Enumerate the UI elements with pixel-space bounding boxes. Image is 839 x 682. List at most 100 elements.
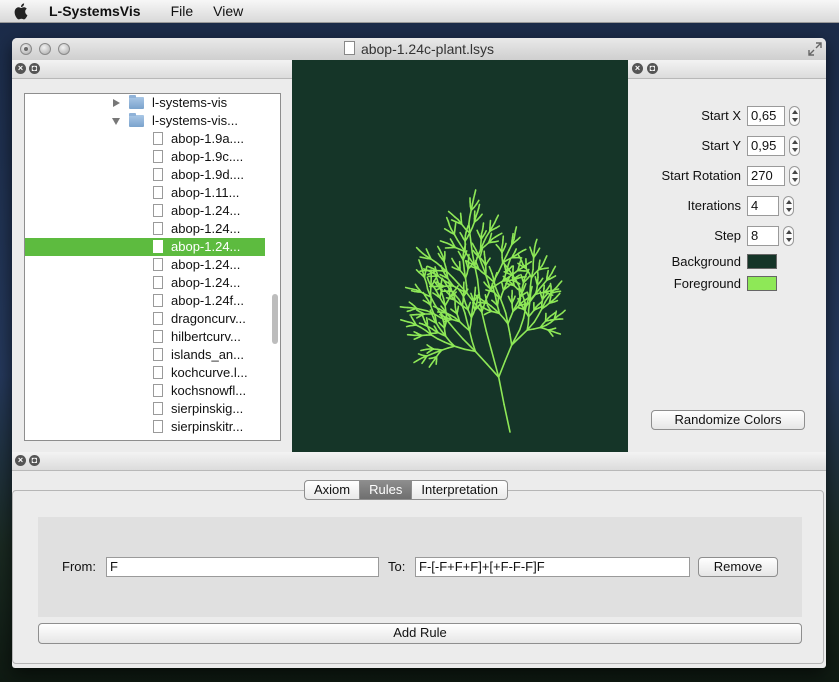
tree-row-file[interactable]: abop-1.24... bbox=[25, 256, 265, 274]
tree-label: islands_an... bbox=[171, 347, 244, 362]
tree-row-file[interactable]: kochsnowfl... bbox=[25, 382, 265, 400]
tab-interpretation[interactable]: Interpretation bbox=[412, 480, 508, 500]
tree-row-file[interactable]: islands_an... bbox=[25, 346, 265, 364]
tree-row-file[interactable]: sierpinskig... bbox=[25, 400, 265, 418]
plant-segment bbox=[422, 299, 427, 303]
tree-row-file[interactable]: abop-1.11... bbox=[25, 184, 265, 202]
plant-segment bbox=[399, 306, 405, 309]
plant-segment bbox=[425, 282, 429, 290]
foreground-color-swatch[interactable] bbox=[747, 276, 777, 291]
folder-icon bbox=[129, 113, 144, 127]
disclosure-down-icon[interactable] bbox=[112, 118, 120, 125]
start-y-stepper[interactable] bbox=[789, 136, 800, 156]
tab-rules[interactable]: Rules bbox=[360, 480, 413, 500]
tree-row-file[interactable]: kochcurve.l... bbox=[25, 364, 265, 382]
tree-label: abop-1.24... bbox=[171, 239, 241, 254]
close-icon[interactable]: × bbox=[632, 63, 643, 74]
to-field[interactable]: F-[-F+F+F]+[+F-F-F]F bbox=[415, 557, 690, 577]
start-rotation-field[interactable]: 270 bbox=[747, 166, 785, 186]
tree-row-file[interactable]: abop-1.9d.... bbox=[25, 166, 265, 184]
tree-row-file[interactable]: abop-1.24... bbox=[25, 274, 265, 292]
plant-segment bbox=[540, 277, 544, 282]
tree-row-folder[interactable]: l-systems-vis bbox=[25, 94, 265, 112]
disclosure-right-icon[interactable] bbox=[113, 99, 120, 107]
plant-segment bbox=[516, 306, 521, 309]
plant-segment bbox=[556, 332, 562, 335]
plant-segment bbox=[448, 288, 451, 293]
file-icon bbox=[153, 294, 163, 307]
close-icon[interactable]: × bbox=[15, 455, 26, 466]
tree-row-file[interactable]: abop-1.9a.... bbox=[25, 130, 265, 148]
plant-segment bbox=[491, 299, 495, 303]
plant-segment bbox=[503, 263, 506, 268]
plant-segment bbox=[459, 231, 463, 237]
tree-row-file[interactable]: hilbertcurv... bbox=[25, 328, 265, 346]
title-bar[interactable]: abop-1.24c-plant.lsys bbox=[12, 38, 826, 61]
app-menu[interactable]: L-SystemsVis bbox=[49, 3, 141, 19]
start-rotation-label: Start Rotation bbox=[661, 168, 742, 183]
plant-segment bbox=[485, 230, 491, 238]
file-tree[interactable]: l-systems-vis l-systems-vis... abop-1.9a… bbox=[24, 93, 281, 441]
plant-segment bbox=[529, 246, 532, 252]
plant-segment bbox=[554, 288, 560, 291]
tree-label: kochcurve.l... bbox=[171, 365, 248, 380]
foreground-label: Foreground bbox=[673, 276, 741, 291]
detach-icon[interactable]: ◘ bbox=[29, 63, 40, 74]
randomize-colors-button[interactable]: Randomize Colors bbox=[651, 410, 805, 430]
plant-segment bbox=[428, 318, 433, 322]
tree-row-folder[interactable]: l-systems-vis... bbox=[25, 112, 265, 130]
plant-segment bbox=[472, 249, 476, 254]
tree-row-file[interactable]: abop-1.24... bbox=[25, 202, 265, 220]
iterations-field[interactable]: 4 bbox=[747, 196, 779, 216]
plant-segment bbox=[546, 269, 550, 275]
plant-segment bbox=[554, 310, 558, 315]
step-field[interactable]: 8 bbox=[747, 226, 779, 246]
from-field[interactable]: F bbox=[106, 557, 379, 577]
tree-pane-header: × ◘ bbox=[12, 60, 292, 79]
file-icon bbox=[153, 168, 163, 181]
tree-row-file[interactable]: dragoncurv... bbox=[25, 310, 265, 328]
plant-segment bbox=[453, 291, 457, 295]
plant-segment bbox=[466, 224, 470, 230]
plant-segment bbox=[495, 225, 501, 229]
plant-segment bbox=[533, 326, 542, 330]
plant-segment bbox=[426, 265, 432, 269]
detach-icon[interactable]: ◘ bbox=[647, 63, 658, 74]
tab-axiom[interactable]: Axiom bbox=[304, 480, 361, 500]
tree-row-file[interactable]: abop-1.24... bbox=[25, 220, 265, 238]
plant-segment bbox=[526, 291, 530, 297]
tree-row-file[interactable]: sierpinskitr... bbox=[25, 418, 265, 436]
file-menu[interactable]: File bbox=[171, 3, 194, 19]
background-color-swatch[interactable] bbox=[747, 254, 777, 269]
file-icon bbox=[153, 348, 163, 361]
start-x-stepper[interactable] bbox=[789, 106, 800, 126]
tree-row-file-selected[interactable]: abop-1.24... bbox=[25, 238, 265, 256]
plant-segment bbox=[458, 320, 466, 328]
tree-row-file[interactable]: abop-1.9c.... bbox=[25, 148, 265, 166]
start-y-field[interactable]: 0,95 bbox=[747, 136, 785, 156]
plant-segment bbox=[534, 238, 538, 245]
tree-row-file[interactable]: abop-1.24f... bbox=[25, 292, 265, 310]
step-stepper[interactable] bbox=[783, 226, 794, 246]
plant-segment bbox=[450, 219, 456, 223]
plant-segment bbox=[476, 296, 479, 302]
start-x-field[interactable]: 0,65 bbox=[747, 106, 785, 126]
iterations-stepper[interactable] bbox=[783, 196, 794, 216]
plant-segment bbox=[552, 327, 557, 330]
remove-rule-button[interactable]: Remove bbox=[698, 557, 778, 577]
detach-icon[interactable]: ◘ bbox=[29, 455, 40, 466]
plant-segment bbox=[544, 255, 548, 261]
start-rotation-stepper[interactable] bbox=[789, 166, 800, 186]
plant-segment bbox=[444, 305, 447, 314]
close-icon[interactable]: × bbox=[15, 63, 26, 74]
add-rule-button[interactable]: Add Rule bbox=[38, 623, 802, 644]
apple-icon[interactable] bbox=[13, 2, 31, 20]
tree-scrollbar[interactable] bbox=[272, 294, 278, 344]
plant-segment bbox=[453, 233, 458, 241]
view-menu[interactable]: View bbox=[213, 3, 243, 19]
props-pane-header: × ◘ bbox=[628, 60, 826, 79]
plant-segment bbox=[435, 261, 442, 267]
fullscreen-icon[interactable] bbox=[808, 42, 822, 56]
plant-segment bbox=[487, 257, 491, 262]
plant-segment bbox=[468, 301, 472, 306]
